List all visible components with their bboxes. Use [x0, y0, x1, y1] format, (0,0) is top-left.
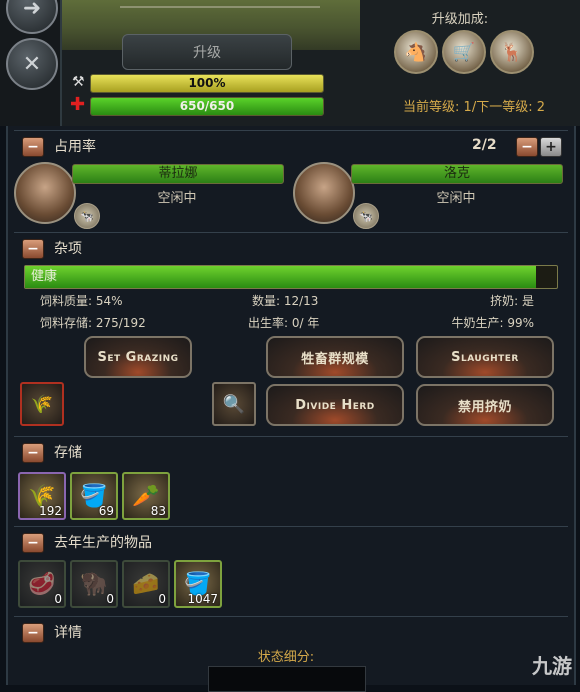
produced-slot[interactable]: 🥩 0	[18, 560, 66, 608]
slaughter-button[interactable]: Slaughter	[416, 336, 554, 378]
item-count: 83	[150, 504, 166, 518]
disable-milking-button[interactable]: 禁用挤奶	[416, 384, 554, 426]
occupancy-title: 占用率	[54, 139, 96, 155]
worker-name-1: 蒂拉娜	[72, 164, 284, 184]
build-progress-text: 100%	[188, 76, 226, 90]
cow-assign-icon[interactable]: 🐄	[353, 203, 379, 229]
misc-section-header: − 杂项	[14, 232, 568, 263]
hitpoints-text: 650/650	[179, 99, 235, 113]
milk-production: 牛奶生产: 99%	[451, 316, 534, 330]
worker-portrait-2[interactable]	[293, 162, 355, 224]
details-title: 详情	[54, 625, 82, 641]
last-year-section-header: − 去年生产的物品	[14, 526, 568, 557]
herd-size-button[interactable]: 牲畜群规模	[266, 336, 404, 378]
upgrade-button[interactable]: 升级	[122, 34, 292, 70]
collapse-last-year-button[interactable]: −	[22, 533, 44, 553]
worker-name-2: 洛克	[351, 164, 563, 184]
storage-slot[interactable]: 🪣 69	[70, 472, 118, 520]
produced-slot[interactable]: 🪣 1047	[174, 560, 222, 608]
building-header: ➜ ✕ 升级 ⚒ 100% ✚ 650/650 升级加成: 🐴 🛒 🦌 当前等级…	[0, 0, 580, 126]
divide-herd-button[interactable]: Divide Herd	[266, 384, 404, 426]
hitpoints-bar: 650/650	[90, 97, 324, 116]
magnifier-icon[interactable]: 🔍	[212, 382, 256, 426]
watermark-text: 九游	[532, 654, 572, 678]
storage-title: 存储	[54, 445, 82, 461]
building-panel: − 占用率 2/2 − + 蒂拉娜 空闲中 🐄 洛克 空闲中 🐄 − 杂项 健康…	[6, 126, 576, 692]
birth-rate: 出生率: 0/ 年	[248, 316, 320, 330]
remove-worker-button[interactable]: −	[516, 137, 538, 157]
occupancy-count: 2/2	[472, 137, 497, 153]
worker-portrait-1[interactable]	[14, 162, 76, 224]
level-text: 当前等级: 1/下一等级: 2	[403, 100, 545, 115]
collapse-storage-button[interactable]: −	[22, 443, 44, 463]
collapse-details-button[interactable]: −	[22, 623, 44, 643]
herd-quantity: 数量: 12/13	[252, 294, 319, 308]
upgrade-bonus-label: 升级加成:	[431, 12, 489, 27]
collapse-misc-button[interactable]: −	[22, 239, 44, 259]
horse-icon[interactable]: 🐴	[394, 30, 438, 74]
add-worker-button[interactable]: +	[540, 137, 562, 157]
last-year-title: 去年生产的物品	[54, 535, 152, 551]
status-breakdown-label: 状态细分:	[257, 650, 315, 665]
produced-slot[interactable]: 🧀 0	[122, 560, 170, 608]
hammer-icon: ⚒	[72, 74, 85, 90]
item-count: 0	[54, 592, 62, 606]
worker-status-1: 空闲中	[157, 191, 197, 206]
build-progress-bar: 100%	[90, 74, 324, 93]
misc-title: 杂项	[54, 241, 82, 257]
worker-status-2: 空闲中	[436, 191, 476, 206]
item-count: 0	[158, 592, 166, 606]
cart-icon[interactable]: 🛒	[442, 30, 486, 74]
herd-health-label: 健康	[31, 269, 58, 284]
item-count: 0	[106, 592, 114, 606]
storage-section-header: − 存储	[14, 436, 568, 467]
feed-quality: 饲料质量: 54%	[40, 294, 123, 308]
item-count: 1047	[187, 592, 218, 606]
produced-slot[interactable]: 🦬 0	[70, 560, 118, 608]
occupancy-section-header: − 占用率 2/2 − +	[14, 130, 568, 161]
set-grazing-button[interactable]: Set Grazing	[84, 336, 192, 378]
item-count: 192	[39, 504, 62, 518]
no-grazing-icon[interactable]: 🌾	[20, 382, 64, 426]
arrow-right-icon[interactable]: ➜	[6, 0, 58, 34]
storage-slot[interactable]: 🌾 192	[18, 472, 66, 520]
health-cross-icon: ✚	[70, 94, 86, 115]
side-toolbar: ➜ ✕	[0, 0, 62, 126]
crossed-tools-icon[interactable]: ✕	[6, 38, 58, 90]
watermark-logo: 九游	[532, 650, 572, 679]
storage-slot[interactable]: 🥕 83	[122, 472, 170, 520]
status-breakdown-box	[208, 666, 366, 692]
collapse-occupancy-button[interactable]: −	[22, 137, 44, 157]
feed-storage: 饲料存储: 275/192	[40, 316, 146, 330]
deer-plus-icon[interactable]: 🦌	[490, 30, 534, 74]
milking-status: 挤奶: 是	[490, 294, 534, 308]
item-count: 69	[98, 504, 114, 518]
cow-assign-icon[interactable]: 🐄	[74, 203, 100, 229]
details-section-header: − 详情	[14, 616, 568, 647]
herd-health-bar: 健康	[24, 265, 558, 289]
